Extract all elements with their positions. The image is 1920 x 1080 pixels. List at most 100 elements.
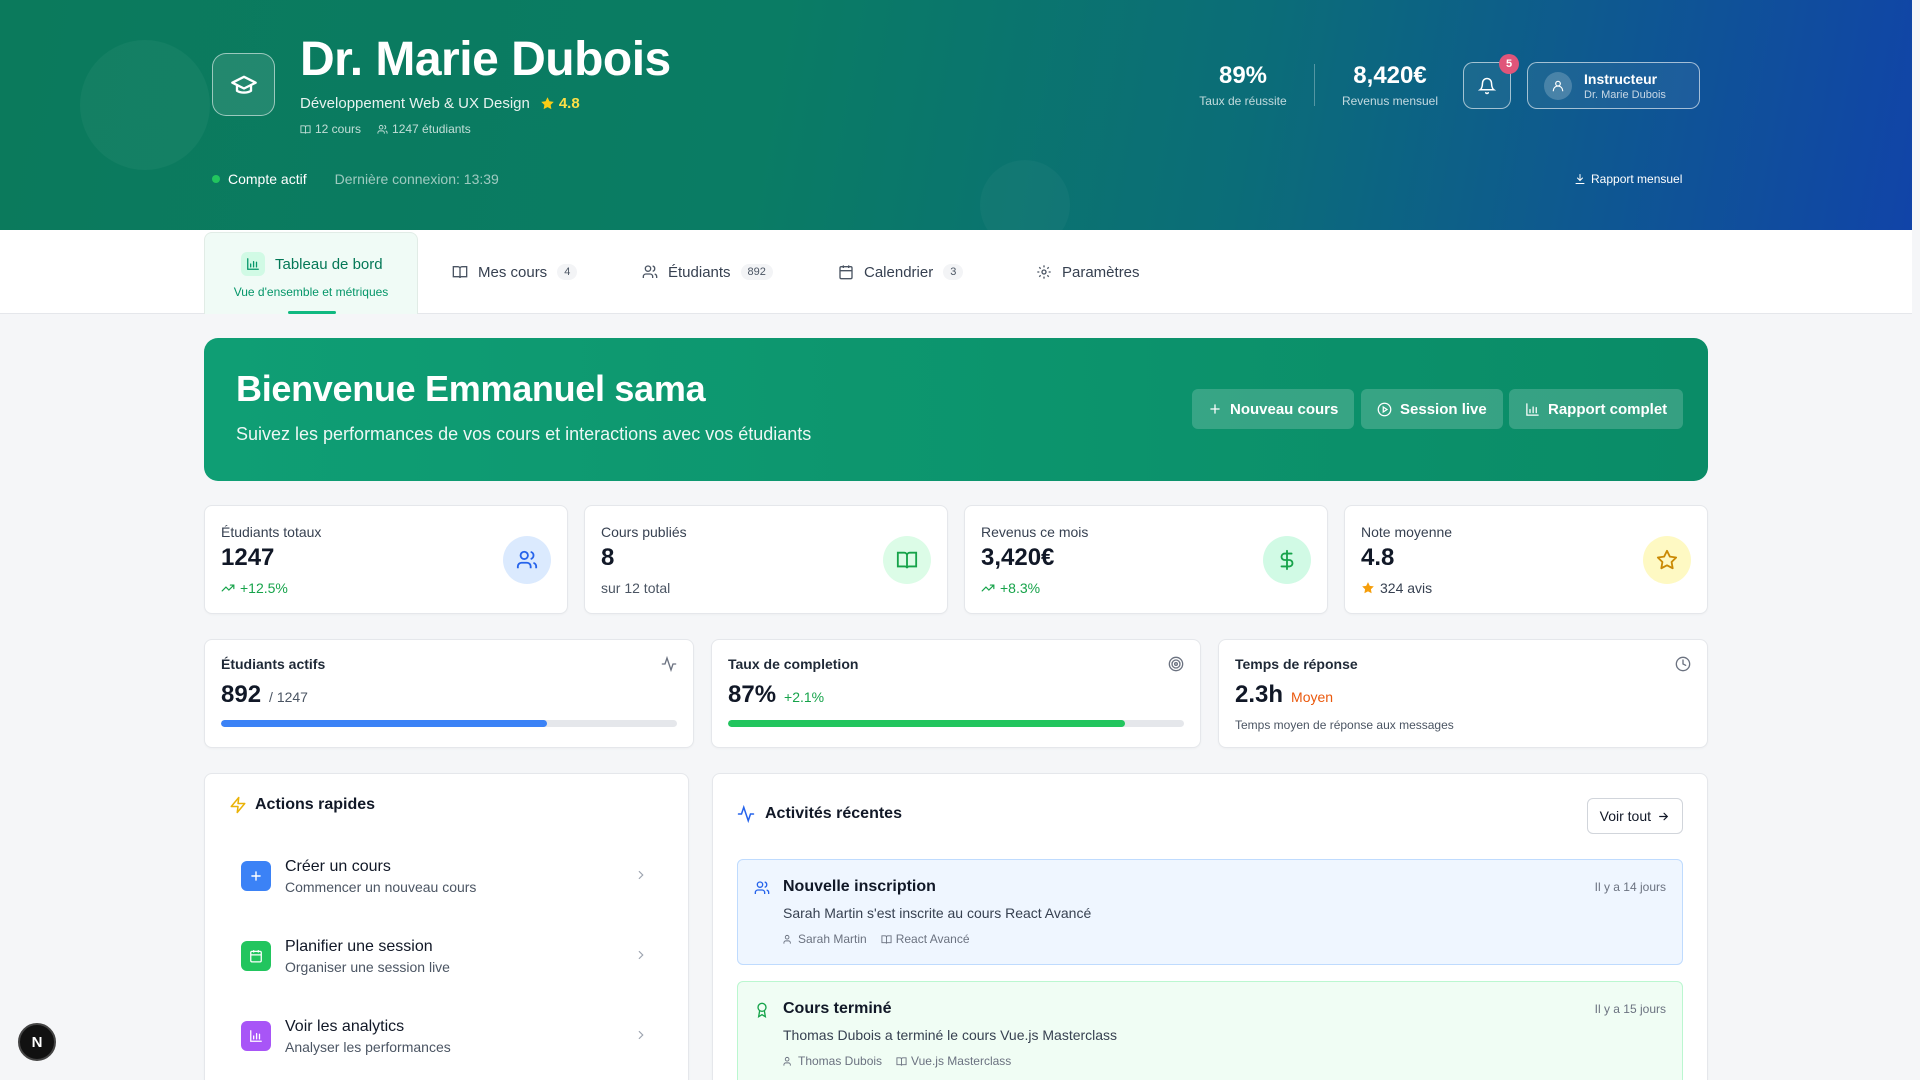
tab-dashboard-subtitle: Vue d'ensemble et métriques	[233, 285, 389, 299]
activity-title: Nouvelle inscription	[783, 878, 936, 895]
activity-item[interactable]: Cours terminé Thomas Dubois a terminé le…	[737, 981, 1683, 1080]
stat-value: 1247	[221, 544, 275, 571]
activity-icon	[661, 656, 677, 672]
target-icon	[1168, 656, 1184, 672]
activity-course-name: Vue.js Masterclass	[911, 1054, 1012, 1068]
metric-label: Étudiants actifs	[221, 656, 326, 672]
stat-trend-value: +8.3%	[1000, 580, 1041, 596]
activity-item[interactable]: Nouvelle inscription Sarah Martin s'est …	[737, 859, 1683, 965]
chevron-right-icon	[638, 950, 644, 960]
chevron-right-icon	[638, 1030, 644, 1040]
create-course-action[interactable]: Créer un cours Commencer un nouveau cour…	[229, 846, 664, 906]
action-subtitle: Analyser les performances	[285, 1038, 451, 1055]
success-rate-label: Taux de réussite	[1199, 94, 1287, 108]
course-count-text: 12 cours	[315, 122, 362, 136]
metric-value-row: 2.3h Moyen	[1235, 681, 1333, 709]
stat-value: 4.8	[1361, 544, 1395, 571]
monthly-report-link[interactable]: Rapport mensuel	[1574, 172, 1682, 186]
download-icon	[1575, 174, 1585, 184]
instructor-specialty: Développement Web & UX Design	[300, 95, 530, 112]
metric-value-row: 892 / 1247	[221, 681, 308, 709]
monthly-report-label: Rapport mensuel	[1591, 172, 1683, 186]
status-dot	[212, 175, 220, 183]
stat-trend: +8.3%	[981, 580, 1040, 596]
see-all-label: Voir tout	[1599, 808, 1651, 824]
user-icon	[1552, 80, 1564, 91]
new-course-label: Nouveau cours	[1230, 400, 1339, 418]
graduation-cap-icon	[230, 75, 257, 94]
success-rate-value: 89%	[1218, 62, 1268, 89]
view-analytics-action[interactable]: Voir les analytics Analyser les performa…	[229, 1006, 664, 1066]
quick-actions-label: Actions rapides	[255, 796, 376, 813]
tab-dashboard[interactable]: Tableau de bord Vue d'ensemble et métriq…	[204, 232, 418, 314]
users-icon	[783, 1056, 791, 1066]
progress-bar	[221, 720, 677, 727]
user-role: Instructeur	[1584, 70, 1658, 87]
award-icon	[757, 1002, 767, 1018]
tab-students[interactable]: Étudiants 892	[642, 230, 773, 314]
activity-meta: Sarah Martin React Avancé	[783, 932, 970, 946]
schedule-session-action[interactable]: Planifier une session Organiser une sess…	[229, 926, 664, 986]
users-icon	[754, 881, 770, 894]
monthly-revenue-value: 8,420€	[1353, 62, 1427, 89]
tab-bar: Tableau de bord Vue d'ensemble et métriq…	[0, 230, 1912, 314]
welcome-subtitle: Suivez les performances de vos cours et …	[236, 424, 812, 444]
metric-value: 87%	[728, 681, 777, 708]
users-icon	[503, 536, 551, 584]
star-icon	[1362, 582, 1374, 594]
metric-label: Taux de completion	[728, 656, 859, 672]
quick-actions-title: Actions rapides	[229, 796, 375, 814]
published-courses-card: Cours publiés 8 sur 12 total	[584, 505, 948, 614]
gear-icon	[1037, 265, 1051, 279]
tab-count-badge: 4	[557, 264, 578, 280]
stat-subtext: sur 12 total	[601, 580, 671, 596]
instructor-specialty-row: Développement Web & UX Design 4.8	[300, 95, 580, 112]
stat-label: Étudiants totaux	[221, 524, 322, 540]
see-all-button[interactable]: Voir tout	[1586, 798, 1683, 834]
bar-chart-icon	[1526, 402, 1539, 416]
tab-label: Calendrier	[864, 263, 934, 281]
active-students-card: Étudiants actifs 892 / 1247	[204, 639, 694, 748]
tab-settings[interactable]: Paramètres	[1036, 230, 1140, 314]
monthly-revenue-label: Revenus mensuel	[1341, 94, 1439, 108]
book-icon	[896, 1056, 907, 1066]
total-students-card: Étudiants totaux 1247 +12.5%	[204, 505, 568, 614]
star-icon	[1643, 536, 1691, 584]
live-session-button[interactable]: Session live	[1361, 389, 1503, 429]
notifications-button[interactable]: 5	[1463, 54, 1519, 109]
users-icon	[783, 934, 791, 944]
new-course-button[interactable]: Nouveau cours	[1192, 389, 1355, 429]
user-menu-text: Instructeur Dr. Marie Dubois	[1584, 71, 1666, 101]
full-report-button[interactable]: Rapport complet	[1509, 389, 1684, 429]
average-rating-card: Note moyenne 4.8 324 avis	[1344, 505, 1708, 614]
action-subtitle: Commencer un nouveau cours	[285, 878, 477, 895]
tab-label: Paramètres	[1062, 263, 1140, 281]
plus-icon	[1210, 404, 1220, 414]
metric-note: Temps moyen de réponse aux messages	[1235, 718, 1454, 732]
metric-total: / 1247	[269, 689, 308, 705]
tab-calendar[interactable]: Calendrier 3	[838, 230, 964, 314]
book-icon	[883, 536, 931, 584]
star-icon	[541, 97, 554, 110]
activity-course-name: React Avancé	[895, 932, 970, 946]
user-menu-button[interactable]: Instructeur Dr. Marie Dubois	[1527, 62, 1700, 109]
monthly-revenue-card: Revenus ce mois 3,420€ +8.3%	[964, 505, 1328, 614]
activity-icon	[737, 805, 755, 823]
dev-tools-badge[interactable]: N	[18, 1023, 56, 1061]
instructor-rating: 4.8	[540, 95, 580, 112]
stat-label: Cours publiés	[601, 524, 687, 540]
arrow-right-icon	[1659, 812, 1669, 820]
activity-description: Sarah Martin s'est inscrite au cours Rea…	[783, 905, 1092, 921]
activity-description: Thomas Dubois a terminé le cours Vue.js …	[783, 1027, 1118, 1043]
metric-value-row: 87% +2.1%	[728, 681, 824, 709]
monthly-revenue-stat: 8,420€ Revenus mensuel	[1332, 62, 1448, 108]
decorative-circle	[980, 160, 1070, 230]
tab-label: Étudiants	[668, 263, 731, 281]
activity-user-name: Thomas Dubois	[798, 1054, 883, 1068]
avatar	[1544, 71, 1572, 100]
stat-reviews-text: 324 avis	[1380, 580, 1433, 596]
response-level-tag: Moyen	[1291, 689, 1334, 705]
progress-bar	[728, 720, 1184, 727]
tab-my-courses[interactable]: Mes cours 4	[452, 230, 578, 314]
plus-icon	[241, 861, 271, 891]
